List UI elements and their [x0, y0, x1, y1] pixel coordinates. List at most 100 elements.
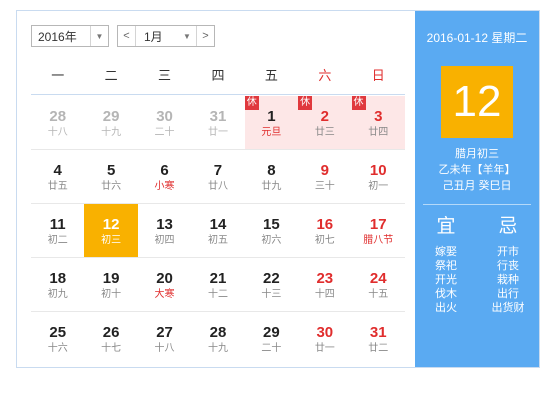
- day-cell[interactable]: 28 十八: [31, 96, 84, 149]
- day-cell[interactable]: 13 初四: [138, 204, 191, 257]
- day-number: 20: [156, 270, 173, 287]
- yi-ji-section: 宜 嫁娶 祭祀 开光 伐木 出火 忌 开市 行丧 栽种 出行 出货财: [415, 215, 539, 315]
- day-cell[interactable]: 22 十三: [245, 258, 298, 311]
- day-cell[interactable]: 11 初二: [31, 204, 84, 257]
- day-cell[interactable]: 23 十四: [298, 258, 351, 311]
- day-cell[interactable]: 25 十六: [31, 312, 84, 366]
- day-cell[interactable]: 21 十二: [191, 258, 244, 311]
- day-cell[interactable]: 20 大寒: [138, 258, 191, 311]
- day-number: 10: [369, 162, 387, 179]
- ji-item: 出行: [497, 288, 519, 300]
- day-cell[interactable]: 30 廿一: [298, 312, 351, 366]
- day-detail-panel: 2016-01-12 星期二 12 腊月初三 乙未年【羊年】 己丑月 癸巳日 宜…: [415, 11, 539, 367]
- lunar-day-label: 廿一: [207, 127, 228, 138]
- day-cell[interactable]: 29 十九: [84, 96, 137, 149]
- lunar-day-label: 初一: [368, 181, 389, 192]
- lunar-day-label: 十八: [154, 343, 175, 354]
- day-number: 7: [213, 162, 223, 179]
- day-cell[interactable]: 31 廿一: [191, 96, 244, 149]
- lunar-day-label: 廿二: [368, 343, 389, 354]
- day-cell[interactable]: 16 初七: [298, 204, 351, 257]
- month-select[interactable]: 1月 ▼: [136, 26, 196, 46]
- year-select[interactable]: 2016年 ▼: [31, 25, 109, 47]
- year-select-value: 2016年: [38, 29, 77, 44]
- day-number: 15: [263, 216, 280, 233]
- day-cell[interactable]: 28 十九: [191, 312, 244, 366]
- day-number: 25: [49, 324, 67, 341]
- lunar-day-label: 初四: [154, 235, 175, 246]
- day-number: 27: [156, 324, 173, 341]
- weekday-header: 一 二 三 四 五 六 日: [31, 59, 405, 95]
- day-cell[interactable]: 19 初十: [84, 258, 137, 311]
- lunar-year: 乙未年【羊年】: [438, 164, 516, 176]
- lunar-day-label: 十三: [261, 289, 282, 300]
- day-cell[interactable]: 5 廿六: [84, 150, 137, 203]
- day-number: 30: [316, 324, 334, 341]
- weekday-label-sunday: 日: [371, 68, 385, 83]
- holiday-rest-badge: 休: [351, 96, 366, 110]
- month-select-value: 1月: [144, 29, 163, 44]
- day-number: 21: [209, 270, 227, 287]
- week-row: 4 廿五 5 廿六 6 小寒 7 廿八 8 廿九 9 三十 10 初一: [31, 150, 405, 204]
- calendar-toolbar: 2016年 ▼ < 1月 ▼ >: [31, 25, 215, 47]
- yi-item: 开光: [435, 274, 457, 286]
- lunar-day-label: 初七: [314, 235, 335, 246]
- day-cell[interactable]: 休 3 廿四: [351, 96, 405, 149]
- day-cell[interactable]: 14 初五: [191, 204, 244, 257]
- day-number: 17: [369, 216, 387, 233]
- day-number: 31: [369, 324, 387, 341]
- chevron-down-icon: ▼: [90, 26, 108, 46]
- lunar-day-label: 十九: [101, 127, 122, 138]
- week-row: 25 十六 26 十七 27 十八 28 十九 29 二十 30 廿一 31 廿二: [31, 312, 405, 366]
- day-cell[interactable]: 9 三十: [298, 150, 351, 203]
- day-number: 18: [49, 270, 67, 287]
- day-cell-today[interactable]: 12 初三: [84, 204, 138, 257]
- yi-item: 祭祀: [435, 260, 457, 272]
- holiday-rest-badge: 休: [298, 96, 313, 110]
- day-cell[interactable]: 17 腊八节: [352, 204, 405, 257]
- lunar-day-label: 廿一: [314, 343, 335, 354]
- weekday-label-saturday: 六: [318, 68, 332, 83]
- day-cell[interactable]: 26 十七: [84, 312, 137, 366]
- lunar-day-label: 元旦: [261, 127, 282, 138]
- lunar-day-label: 初五: [207, 235, 228, 246]
- selected-day-number: 12: [441, 66, 513, 138]
- day-number: 26: [102, 324, 120, 341]
- prev-month-button[interactable]: <: [118, 26, 136, 46]
- day-cell[interactable]: 休 2 廿三: [298, 96, 352, 149]
- yi-item: 嫁娶: [435, 246, 457, 258]
- day-cell[interactable]: 27 十八: [138, 312, 191, 366]
- day-cell[interactable]: 6 小寒: [138, 150, 191, 203]
- day-number: 12: [102, 216, 120, 233]
- ji-column: 忌 开市 行丧 栽种 出行 出货财: [477, 215, 539, 315]
- day-number: 5: [106, 162, 116, 179]
- lunar-day-label: 十八: [47, 127, 68, 138]
- next-month-button[interactable]: >: [196, 26, 214, 46]
- day-number: 16: [316, 216, 334, 233]
- lunar-month-day: 己丑月 癸巳日: [442, 180, 512, 192]
- lunar-day-label: 小寒: [154, 181, 175, 192]
- day-cell[interactable]: 10 初一: [352, 150, 405, 203]
- day-cell[interactable]: 29 二十: [245, 312, 298, 366]
- lunar-day-label: 廿五: [47, 181, 68, 192]
- lunar-day-label: 初九: [47, 289, 68, 300]
- lunar-day-label: 十四: [314, 289, 335, 300]
- day-cell[interactable]: 15 初六: [245, 204, 298, 257]
- lunar-day-label: 三十: [314, 181, 335, 192]
- day-cell[interactable]: 18 初九: [31, 258, 84, 311]
- ji-item: 开市: [497, 246, 519, 258]
- day-cell[interactable]: 31 廿二: [352, 312, 405, 366]
- day-number: 14: [209, 216, 227, 233]
- day-cell[interactable]: 30 二十: [138, 96, 191, 149]
- day-number: 8: [267, 162, 276, 179]
- day-cell[interactable]: 24 十五: [352, 258, 405, 311]
- lunar-day-label: 初三: [101, 235, 122, 246]
- day-cell[interactable]: 8 廿九: [245, 150, 298, 203]
- lunar-day-label: 腊八节: [363, 235, 394, 246]
- lunar-day-label: 廿八: [207, 181, 228, 192]
- day-cell[interactable]: 4 廿五: [31, 150, 84, 203]
- day-cell[interactable]: 休 1 元旦: [244, 96, 299, 149]
- yi-item: 出火: [435, 302, 457, 314]
- day-number: 1: [267, 108, 276, 125]
- day-cell[interactable]: 7 廿八: [191, 150, 244, 203]
